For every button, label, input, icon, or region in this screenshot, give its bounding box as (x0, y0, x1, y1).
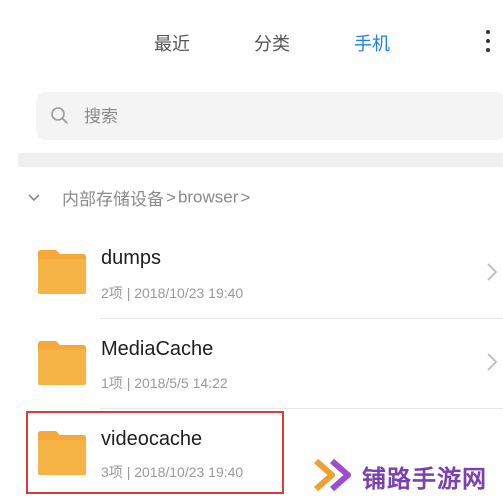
tab-category[interactable]: 分类 (254, 30, 290, 56)
watermark-text: 铺路手游网 (362, 466, 487, 493)
folder-icon (38, 250, 86, 294)
search-icon (51, 107, 68, 124)
tab-recent[interactable]: 最近 (154, 30, 190, 56)
breadcrumb: 内部存储设备 > browser > (28, 185, 252, 211)
breadcrumb-separator: > (240, 187, 251, 207)
folder-row-mediacache[interactable]: MediaCache 1项 | 2018/5/5 14:22 (0, 318, 503, 408)
chevron-right-icon (487, 353, 498, 371)
search-input[interactable] (82, 104, 386, 130)
folder-row-dumps[interactable]: dumps 2项 | 2018/10/23 19:40 (0, 225, 503, 315)
section-divider (18, 153, 503, 167)
chevron-down-icon[interactable] (28, 192, 40, 204)
highlight-box (26, 411, 284, 494)
tab-phone[interactable]: 手机 (354, 30, 390, 56)
folder-meta: 1项 | 2018/5/5 14:22 (101, 375, 228, 391)
tab-bar: 最近 分类 手机 (0, 0, 503, 88)
breadcrumb-current[interactable]: browser (178, 188, 238, 207)
folder-icon (38, 341, 86, 385)
folder-name: dumps (101, 247, 162, 269)
folder-meta: 2项 | 2018/10/23 19:40 (101, 285, 244, 301)
watermark-logo-icon (314, 458, 351, 492)
more-options-icon[interactable] (483, 30, 493, 56)
breadcrumb-root[interactable]: 内部存储设备 (62, 190, 164, 209)
search-bar[interactable] (36, 92, 503, 140)
breadcrumb-separator: > (166, 187, 176, 207)
folder-name: MediaCache (101, 338, 214, 360)
chevron-right-icon (487, 263, 498, 281)
